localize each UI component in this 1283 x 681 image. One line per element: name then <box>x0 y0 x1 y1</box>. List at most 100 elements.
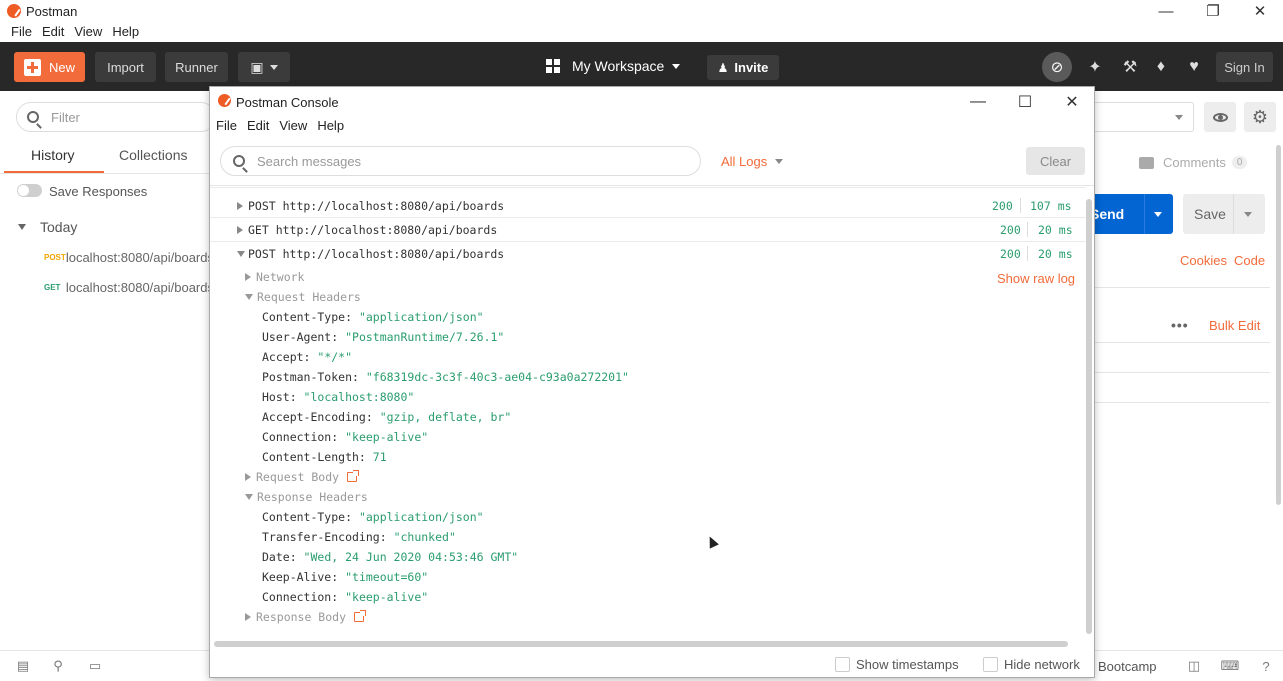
sign-in-button[interactable]: Sign In <box>1216 52 1273 82</box>
log-level-dropdown[interactable]: All Logs <box>721 154 784 169</box>
workspace-dropdown[interactable]: My Workspace <box>546 58 681 74</box>
save-responses-toggle[interactable] <box>17 184 42 197</box>
wrench-icon[interactable]: ⚒ <box>1119 56 1141 78</box>
restore-icon[interactable]: ❐ <box>1190 0 1236 22</box>
menu-help[interactable]: Help <box>112 22 139 42</box>
menu-view[interactable]: View <box>279 118 307 133</box>
response-header-row: Date: "Wed, 24 Jun 2020 04:53:46 GMT" <box>262 550 519 564</box>
workspace-grid-icon <box>546 59 560 73</box>
save-responses-label: Save Responses <box>49 184 148 199</box>
log-entry-expanded[interactable]: POST http://localhost:8080/api/boards 20… <box>210 242 1086 266</box>
menu-file[interactable]: File <box>11 22 32 42</box>
method-badge: POST <box>44 252 66 262</box>
heart-icon[interactable]: ♥ <box>1183 56 1205 78</box>
console-vertical-scrollbar[interactable] <box>1086 199 1092 634</box>
environment-quick-look-button[interactable] <box>1204 102 1236 132</box>
chevron-down-icon <box>18 224 26 230</box>
settings-button[interactable]: ⚙ <box>1244 102 1276 132</box>
import-button[interactable]: Import <box>95 52 156 82</box>
show-timestamps-checkbox[interactable]: Show timestamps <box>835 657 959 672</box>
maximize-icon[interactable]: ☐ <box>1003 91 1047 113</box>
minimize-icon[interactable]: — <box>956 91 1000 113</box>
network-section-toggle[interactable]: Network <box>245 270 304 284</box>
new-button[interactable]: New <box>14 52 85 82</box>
expand-icon <box>245 613 251 621</box>
request-headers-section-toggle[interactable]: Request Headers <box>245 290 361 304</box>
console-menubar: File Edit View Help <box>216 118 354 133</box>
window-title: Postman <box>26 4 78 19</box>
request-header-row: Accept-Encoding: "gzip, deflate, br" <box>262 410 512 424</box>
log-entry[interactable]: POST http://localhost:8080/api/boards 20… <box>210 194 1086 218</box>
new-window-button[interactable]: ▣ <box>238 52 290 82</box>
bell-icon[interactable]: ♦ <box>1150 56 1172 78</box>
close-icon[interactable]: ✕ <box>1050 91 1094 113</box>
log-list: POST http://localhost:8080/api/boards 20… <box>210 186 1086 636</box>
history-item[interactable]: GET localhost:8080/api/boards <box>44 279 214 295</box>
environment-select[interactable] <box>1094 102 1194 132</box>
two-pane-icon[interactable]: ◫ <box>1186 658 1202 673</box>
runner-button[interactable]: Runner <box>165 52 228 82</box>
open-external-icon[interactable] <box>354 610 367 622</box>
help-icon[interactable]: ? <box>1258 659 1274 674</box>
sidebar-toggle-icon[interactable]: ▤ <box>15 658 31 673</box>
tab-history[interactable]: History <box>31 147 75 163</box>
sidebar-filter-input[interactable]: Filter <box>16 102 216 132</box>
find-icon[interactable]: ⚲ <box>50 658 66 673</box>
chevron-down-icon <box>672 63 681 69</box>
collapse-icon <box>237 251 245 257</box>
show-raw-log-link[interactable]: Show raw log <box>997 271 1075 286</box>
add-user-icon: ♟ <box>717 60 729 75</box>
request-header-row: Connection: "keep-alive" <box>262 430 429 444</box>
log-entry[interactable]: GET http://localhost:8080/api/boards 200… <box>210 218 1086 242</box>
console-icon[interactable]: ▭ <box>87 658 103 673</box>
search-icon <box>233 155 245 167</box>
eye-icon <box>1212 112 1228 122</box>
comments-button[interactable]: Comments 0 <box>1139 155 1248 170</box>
response-header-row: Connection: "keep-alive" <box>262 590 429 604</box>
close-icon[interactable]: ✕ <box>1237 0 1283 22</box>
console-horizontal-scrollbar[interactable] <box>214 641 1068 647</box>
menu-edit[interactable]: Edit <box>247 118 269 133</box>
main-scrollbar[interactable] <box>1276 145 1281 505</box>
open-external-icon[interactable] <box>347 470 360 482</box>
request-header-row: Content-Length: 71 <box>262 450 387 464</box>
sync-off-icon[interactable]: ⊘ <box>1042 52 1072 82</box>
plus-icon <box>24 58 41 76</box>
response-body-section-toggle[interactable]: Response Body <box>245 610 367 624</box>
tab-collections[interactable]: Collections <box>119 147 187 163</box>
menu-file[interactable]: File <box>216 118 237 133</box>
bootcamp-link[interactable]: Bootcamp <box>1098 659 1157 674</box>
menu-help[interactable]: Help <box>317 118 344 133</box>
hide-network-checkbox[interactable]: Hide network <box>983 657 1080 672</box>
more-options-button[interactable]: ••• <box>1171 317 1189 333</box>
postman-logo-icon <box>218 94 231 107</box>
save-button[interactable]: Save <box>1183 194 1265 234</box>
search-icon <box>27 111 39 123</box>
cookies-link[interactable]: Cookies <box>1180 253 1227 268</box>
console-title: Postman Console <box>236 95 339 110</box>
response-headers-section-toggle[interactable]: Response Headers <box>245 490 368 504</box>
request-body-section-toggle[interactable]: Request Body <box>245 470 360 484</box>
search-messages-input[interactable]: Search messages <box>220 146 701 176</box>
response-header-row: Keep-Alive: "timeout=60" <box>262 570 429 584</box>
gear-icon: ⚙ <box>1251 106 1269 127</box>
clear-button[interactable]: Clear <box>1026 147 1085 175</box>
chevron-down-icon[interactable] <box>1244 211 1252 217</box>
keyboard-icon[interactable]: ⌨ <box>1221 658 1240 673</box>
menu-view[interactable]: View <box>74 22 102 42</box>
send-button[interactable]: Send <box>1090 194 1173 234</box>
history-url: localhost:8080/api/boards <box>65 249 214 265</box>
chevron-down-icon[interactable] <box>1154 211 1162 217</box>
invite-button[interactable]: ♟ Invite <box>707 55 779 80</box>
code-link[interactable]: Code <box>1234 253 1265 268</box>
history-group-today[interactable]: Today <box>18 219 77 235</box>
minimize-icon[interactable]: — <box>1143 0 1189 22</box>
bulk-edit-link[interactable]: Bulk Edit <box>1209 318 1260 333</box>
main-titlebar: Postman — ❐ ✕ <box>0 0 1283 22</box>
active-tab-indicator <box>4 171 104 173</box>
history-item[interactable]: POST localhost:8080/api/boards <box>44 249 214 265</box>
satellite-icon[interactable]: ✦ <box>1084 56 1106 78</box>
postman-logo-icon <box>7 4 21 18</box>
menu-edit[interactable]: Edit <box>42 22 64 42</box>
chevron-down-icon <box>775 159 784 164</box>
